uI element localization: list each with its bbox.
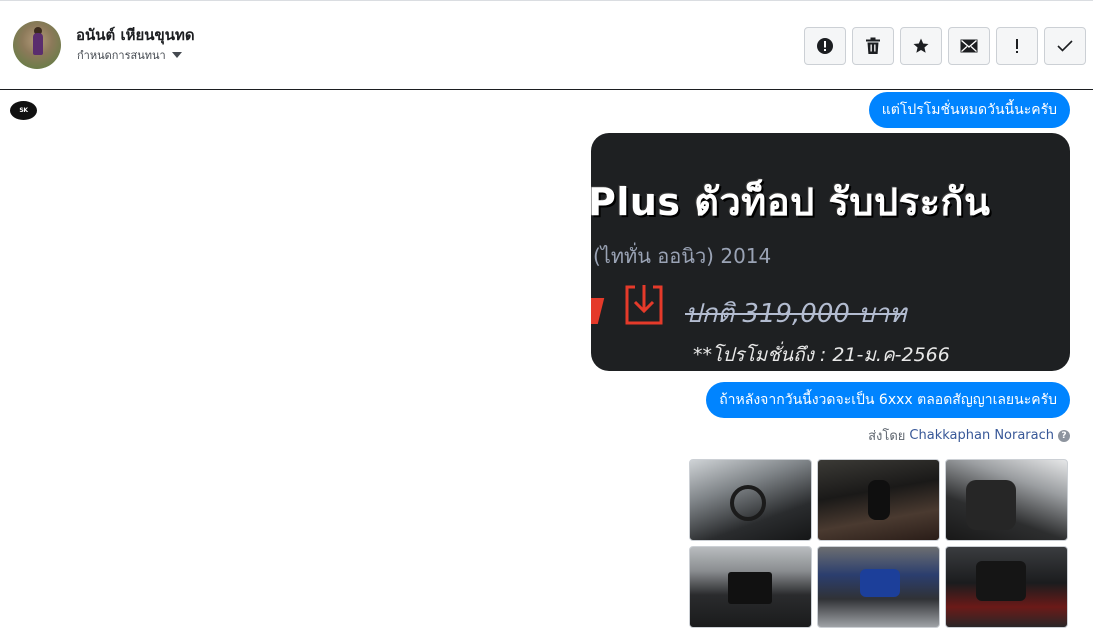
conversation-header: อนันต์ เหียนขุนทด กำหนดการสนทนา xyxy=(0,0,1093,90)
promo-regular-price: ปกติ 319,000 บาท xyxy=(685,299,907,329)
trash-icon xyxy=(866,37,880,54)
mark-unread-button[interactable] xyxy=(948,27,990,65)
download-icon xyxy=(625,285,663,325)
sender-link[interactable]: Chakkaphan Norarach xyxy=(909,428,1054,443)
photo-gallery xyxy=(689,459,1070,628)
avatar-body-shape xyxy=(33,33,43,55)
star-icon xyxy=(913,38,929,53)
check-icon xyxy=(1057,40,1073,52)
engine-shape xyxy=(860,569,900,597)
promo-model: (ไททั่น ออนิว) 2014 xyxy=(593,244,772,268)
sent-by-line: ส่งโดย Chakkaphan Norarach ? xyxy=(868,425,1070,446)
sent-by-prefix: ส่งโดย xyxy=(868,429,906,444)
conversation-settings-dropdown[interactable]: กำหนดการสนทนา xyxy=(77,46,182,64)
star-button[interactable] xyxy=(900,27,942,65)
alert-circle-icon xyxy=(817,38,833,54)
gear-shift-shape xyxy=(868,480,890,520)
exclamation-icon xyxy=(1016,39,1018,53)
help-icon[interactable]: ? xyxy=(1058,429,1070,442)
user-avatar[interactable] xyxy=(13,21,61,69)
car-engine-photo[interactable] xyxy=(817,546,940,628)
conversation-settings-label: กำหนดการสนทนา xyxy=(77,49,166,62)
envelope-icon xyxy=(960,39,978,53)
seat-shape xyxy=(966,480,1016,530)
promo-expiry: **โปรโมชั่นถึง : 21-ม.ค-2566 xyxy=(693,344,950,366)
message-bubble[interactable]: ถ้าหลังจากวันนี้งวดจะเป็น 6xxx ตลอดสัญญา… xyxy=(706,382,1070,418)
promo-headline: Plus ตัวท็อป รับประกัน xyxy=(591,180,991,224)
page-logo-text: SK xyxy=(19,107,28,114)
delete-button[interactable] xyxy=(852,27,894,65)
promo-red-accent xyxy=(591,298,605,324)
conversation-toolbar xyxy=(804,27,1086,65)
page-logo: SK xyxy=(10,101,37,120)
mark-done-button[interactable] xyxy=(1044,27,1086,65)
caret-down-icon xyxy=(171,52,182,58)
inbox-conversation-view: อนันต์ เหียนขุนทด กำหนดการสนทนา SK แต่โป… xyxy=(0,0,1093,633)
promo-image-attachment[interactable]: Plus ตัวท็อป รับประกัน (ไททั่น ออนิว) 20… xyxy=(591,133,1070,371)
car-dashboard-photo[interactable] xyxy=(689,459,812,541)
console-screen-shape xyxy=(728,572,772,604)
rear-seat-shape xyxy=(976,561,1026,601)
car-rear-seat-photo[interactable] xyxy=(945,546,1068,628)
message-bubble[interactable]: แต่โปรโมชั่นหมดวันนี้นะครับ xyxy=(868,92,1070,128)
car-console-photo[interactable] xyxy=(689,546,812,628)
steering-wheel-shape xyxy=(730,485,766,521)
car-gear-shift-photo[interactable] xyxy=(817,459,940,541)
important-button[interactable] xyxy=(996,27,1038,65)
message-thread[interactable]: SK แต่โปรโมชั่นหมดวันนี้นะครับ Plus ตัวท… xyxy=(0,91,1093,633)
user-name[interactable]: อนันต์ เหียนขุนทด xyxy=(76,23,195,47)
car-seats-photo[interactable] xyxy=(945,459,1068,541)
spam-button[interactable] xyxy=(804,27,846,65)
